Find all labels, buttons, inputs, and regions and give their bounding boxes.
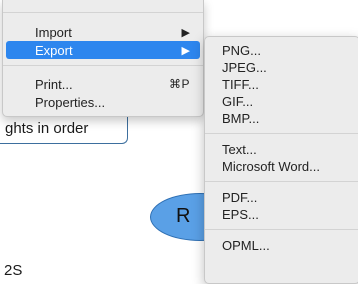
menu-item-label: Import xyxy=(35,24,72,40)
export-eps[interactable]: EPS... xyxy=(222,207,259,223)
menu-item-import[interactable]: Import ▶ xyxy=(6,23,200,41)
document-canvas: 9 i ghts in order R 2S Import ▶ Export ▶… xyxy=(0,0,358,284)
menu-item-properties[interactable]: Properties... xyxy=(6,93,200,111)
bubble-label: R xyxy=(176,205,191,227)
export-text[interactable]: Text... xyxy=(222,142,257,158)
menu-item-print[interactable]: Print... ⌘P xyxy=(6,75,200,93)
menu-separator xyxy=(205,181,358,182)
export-pdf[interactable]: PDF... xyxy=(222,190,257,206)
menu-item-label: Export xyxy=(35,42,73,58)
submenu-arrow-icon: ▶ xyxy=(181,44,190,57)
mindmap-topic-box[interactable]: ghts in order xyxy=(0,117,128,144)
export-word[interactable]: Microsoft Word... xyxy=(222,159,320,175)
export-submenu: PNG... JPEG... TIFF... GIF... BMP... Tex… xyxy=(204,36,358,284)
file-menu: Import ▶ Export ▶ Print... ⌘P Properties… xyxy=(2,0,204,117)
menu-separator xyxy=(3,12,203,13)
export-bmp[interactable]: BMP... xyxy=(222,111,259,127)
submenu-arrow-icon: ▶ xyxy=(181,26,190,39)
export-opml[interactable]: OPML... xyxy=(222,238,270,254)
menu-item-export[interactable]: Export ▶ xyxy=(6,41,200,59)
export-jpeg[interactable]: JPEG... xyxy=(222,60,267,76)
background-text-fragment: 2S xyxy=(4,262,23,279)
menu-separator xyxy=(205,133,358,134)
menu-separator xyxy=(205,229,358,230)
keyboard-shortcut: ⌘P xyxy=(168,77,190,91)
topic-label: ghts in order xyxy=(5,120,89,137)
menu-separator xyxy=(3,65,203,66)
menu-item-label: Properties... xyxy=(35,94,106,110)
export-gif[interactable]: GIF... xyxy=(222,94,253,110)
export-png[interactable]: PNG... xyxy=(222,43,261,59)
menu-item-label: Print... xyxy=(35,76,73,92)
export-tiff[interactable]: TIFF... xyxy=(222,77,259,93)
